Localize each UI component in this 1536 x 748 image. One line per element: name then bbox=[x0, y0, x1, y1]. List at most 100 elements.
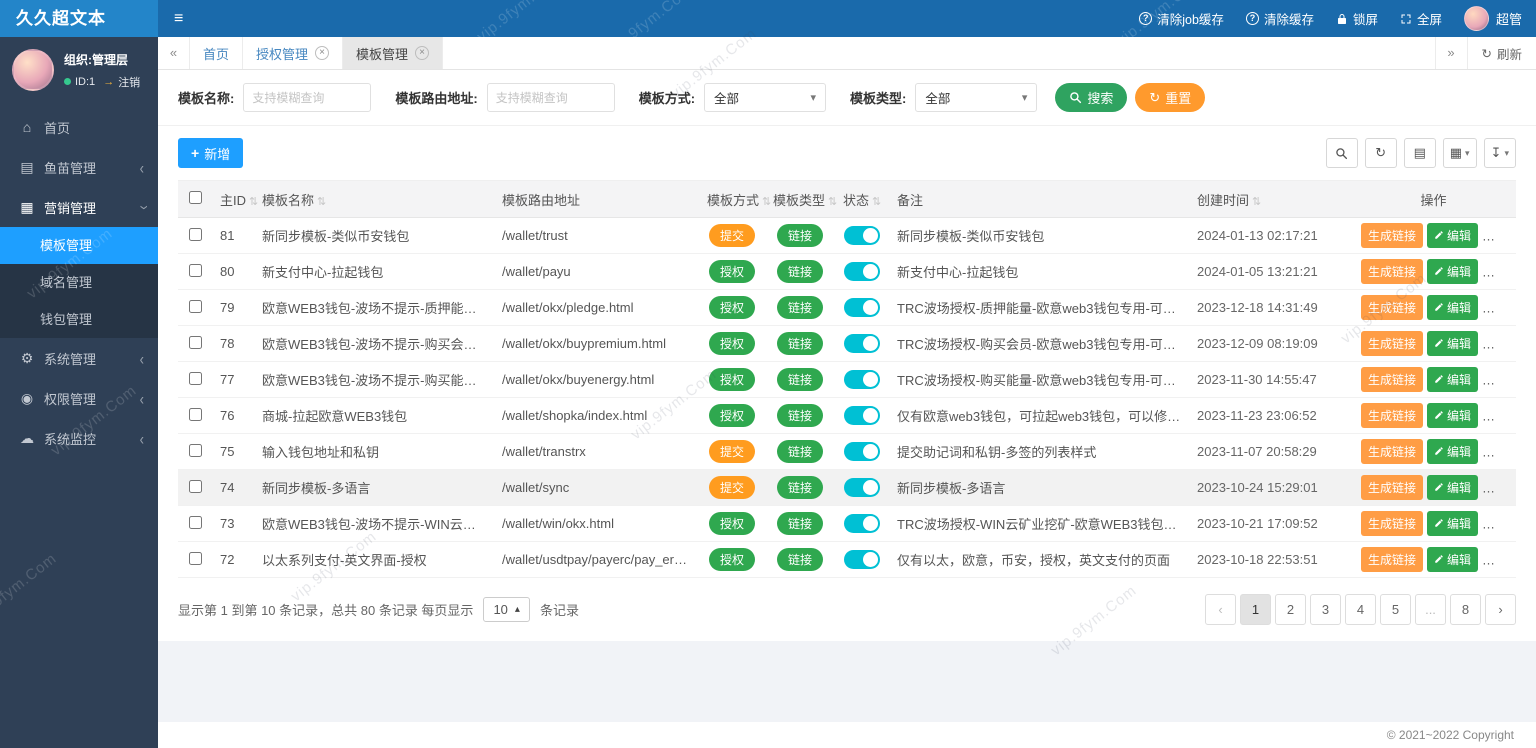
generate-link-button[interactable]: 生成链接 bbox=[1361, 223, 1424, 248]
template-name-input[interactable] bbox=[243, 83, 372, 112]
sort-icon[interactable]: ⇅ bbox=[828, 196, 837, 208]
edit-button[interactable]: 编辑 bbox=[1427, 474, 1479, 500]
edit-button[interactable]: 编辑 bbox=[1427, 294, 1479, 320]
refresh-tab-button[interactable]: ↻ 刷新 bbox=[1466, 37, 1536, 69]
generate-link-button[interactable]: 生成链接 bbox=[1361, 331, 1424, 356]
tabs-scroll-right-icon[interactable]: » bbox=[1434, 37, 1467, 69]
generate-link-button[interactable]: 生成链接 bbox=[1361, 403, 1424, 428]
status-toggle[interactable] bbox=[844, 514, 880, 533]
generate-link-button[interactable]: 生成链接 bbox=[1361, 367, 1424, 392]
page-button-8[interactable]: 8 bbox=[1450, 594, 1481, 625]
edit-button[interactable]: 编辑 bbox=[1427, 438, 1479, 464]
page-button-2[interactable]: 2 bbox=[1275, 594, 1306, 625]
sidebar-item-fry-management[interactable]: ▤ 鱼苗管理 ‹ bbox=[0, 147, 158, 187]
row-checkbox[interactable] bbox=[188, 551, 202, 565]
sidebar-item-domain-management[interactable]: 域名管理 bbox=[0, 264, 158, 301]
row-checkbox[interactable] bbox=[188, 443, 202, 457]
edit-button[interactable]: 编辑 bbox=[1427, 402, 1479, 428]
close-icon[interactable]: × bbox=[415, 46, 430, 60]
topbar-action-clear-job-cache[interactable]: ? 清除job缓存 bbox=[1139, 9, 1224, 28]
column-header[interactable]: 状态 ⇅ bbox=[835, 180, 889, 218]
user-menu[interactable]: 超管 bbox=[1463, 6, 1522, 31]
sort-icon[interactable]: ⇅ bbox=[249, 196, 258, 208]
menu-toggle-icon[interactable]: ≡ bbox=[158, 10, 199, 28]
row-select-cell bbox=[178, 325, 212, 362]
generate-link-button[interactable]: 生成链接 bbox=[1361, 259, 1424, 284]
generate-link-button[interactable]: 生成链接 bbox=[1361, 547, 1424, 572]
status-toggle[interactable] bbox=[844, 442, 880, 461]
row-checkbox[interactable] bbox=[188, 299, 202, 313]
status-toggle[interactable] bbox=[844, 334, 880, 353]
toolbar-log-button[interactable]: ▤ bbox=[1403, 138, 1436, 168]
sidebar-item-wallet-management[interactable]: 钱包管理 bbox=[0, 301, 158, 338]
edit-button[interactable]: 编辑 bbox=[1427, 546, 1479, 572]
template-type-select[interactable]: 全部 ▾ bbox=[915, 83, 1038, 112]
topbar-action-clear-cache[interactable]: ? 清除缓存 bbox=[1245, 9, 1314, 28]
column-header[interactable]: 主ID ⇅ bbox=[212, 180, 258, 218]
column-header[interactable]: 模板名称 ⇅ bbox=[254, 180, 494, 218]
generate-link-button[interactable]: 生成链接 bbox=[1361, 511, 1424, 536]
row-checkbox[interactable] bbox=[188, 263, 202, 277]
status-toggle[interactable] bbox=[844, 370, 880, 389]
status-toggle[interactable] bbox=[844, 550, 880, 569]
reset-button[interactable]: ↻ 重置 bbox=[1135, 83, 1206, 112]
template-route-input[interactable] bbox=[486, 83, 615, 112]
status-toggle[interactable] bbox=[844, 298, 880, 317]
column-header[interactable]: 创建时间 ⇅ bbox=[1189, 180, 1351, 218]
generate-link-button[interactable]: 生成链接 bbox=[1361, 439, 1424, 464]
tab-template-management[interactable]: 模板管理 × bbox=[343, 37, 444, 69]
toolbar-refresh-button[interactable]: ↻ bbox=[1364, 138, 1397, 168]
profile-avatar[interactable] bbox=[12, 49, 54, 91]
toolbar-columns-button[interactable]: ▦ ▾ bbox=[1442, 138, 1477, 168]
sidebar-item-home[interactable]: ⌂ 首页 bbox=[0, 107, 158, 147]
close-icon[interactable]: × bbox=[315, 46, 330, 60]
column-header[interactable]: 模板方式 ⇅ bbox=[699, 180, 771, 218]
sidebar-item-marketing-management[interactable]: ▦ 营销管理 ‹ bbox=[0, 187, 158, 227]
sort-icon[interactable]: ⇅ bbox=[317, 196, 326, 208]
status-toggle[interactable] bbox=[844, 226, 880, 245]
row-checkbox[interactable] bbox=[188, 479, 202, 493]
edit-button[interactable]: 编辑 bbox=[1427, 510, 1479, 536]
page-button-5[interactable]: 5 bbox=[1380, 594, 1411, 625]
sort-icon[interactable]: ⇅ bbox=[762, 196, 771, 208]
tab-auth-management[interactable]: 授权管理 × bbox=[243, 37, 344, 69]
sort-icon[interactable]: ⇅ bbox=[872, 196, 881, 208]
topbar-action-fullscreen[interactable]: 全屏 bbox=[1400, 9, 1442, 28]
sort-icon[interactable]: ⇅ bbox=[1252, 196, 1261, 208]
template-method-select[interactable]: 全部 ▾ bbox=[704, 83, 827, 112]
sidebar-item-permission-management[interactable]: ◉ 权限管理 ‹ bbox=[0, 378, 158, 418]
toolbar-search-button[interactable] bbox=[1325, 138, 1358, 168]
page-button-4[interactable]: 4 bbox=[1345, 594, 1376, 625]
sidebar-item-system-management[interactable]: ⚙ 系统管理 ‹ bbox=[0, 338, 158, 378]
row-checkbox[interactable] bbox=[188, 407, 202, 421]
prev-page-button[interactable]: ‹ bbox=[1205, 594, 1236, 625]
topbar-action-lock-screen[interactable]: 锁屏 bbox=[1336, 9, 1378, 28]
select-all-checkbox[interactable] bbox=[188, 191, 202, 204]
search-button[interactable]: 搜索 bbox=[1055, 83, 1128, 112]
row-checkbox[interactable] bbox=[188, 227, 202, 241]
edit-button[interactable]: 编辑 bbox=[1427, 222, 1479, 248]
generate-link-button[interactable]: 生成链接 bbox=[1361, 295, 1424, 320]
page-button-1[interactable]: 1 bbox=[1240, 594, 1271, 625]
add-button[interactable]: + 新增 bbox=[178, 138, 244, 168]
page-size-select[interactable]: 10 ▴ bbox=[483, 597, 530, 622]
sidebar-item-template-management[interactable]: 模板管理 bbox=[0, 227, 158, 264]
column-header[interactable]: 模板类型 ⇅ bbox=[765, 180, 837, 218]
edit-button[interactable]: 编辑 bbox=[1427, 258, 1479, 284]
status-toggle[interactable] bbox=[844, 406, 880, 425]
logout-link[interactable]: 注销 bbox=[118, 74, 140, 90]
sidebar-item-system-monitor[interactable]: ☁ 系统监控 ‹ bbox=[0, 418, 158, 458]
edit-button[interactable]: 编辑 bbox=[1427, 330, 1479, 356]
status-toggle[interactable] bbox=[844, 478, 880, 497]
tabs-scroll-left-icon[interactable]: « bbox=[158, 37, 190, 69]
edit-button[interactable]: 编辑 bbox=[1427, 366, 1479, 392]
row-checkbox[interactable] bbox=[188, 515, 202, 529]
next-page-button[interactable]: › bbox=[1485, 594, 1516, 625]
page-button-3[interactable]: 3 bbox=[1310, 594, 1341, 625]
tab-home[interactable]: 首页 bbox=[190, 37, 244, 69]
row-checkbox[interactable] bbox=[188, 335, 202, 349]
generate-link-button[interactable]: 生成链接 bbox=[1361, 475, 1424, 500]
status-toggle[interactable] bbox=[844, 262, 880, 281]
row-checkbox[interactable] bbox=[188, 371, 202, 385]
toolbar-export-button[interactable]: ↧ ▾ bbox=[1483, 138, 1516, 168]
